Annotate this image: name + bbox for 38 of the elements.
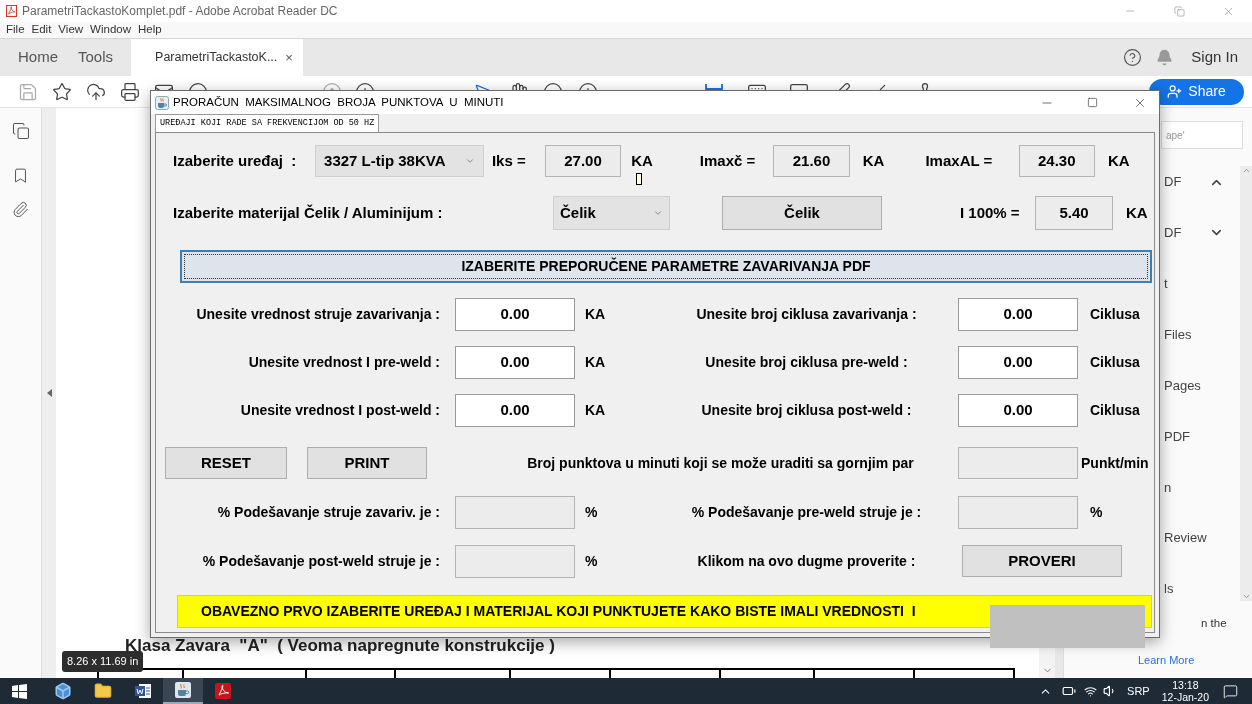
window-title: ParametriTackastoKomplet.pdf - Adobe Acrobat Reader DC [22,3,338,20]
clock-date: 12-Jan-20 [1161,691,1209,703]
field-label: Broj punktova u minuti koji se može uraditi sa gornjim par [527,453,914,473]
unit-label: KA [862,150,886,171]
field-label: % Podešavanje post-weld struje je : [202,552,441,571]
page-size-tooltip: 8.26 x 11.69 in [62,651,144,672]
unit-label: Punkt/min [1081,453,1149,473]
field-label: Unesite broj ciklusa pre-weld : [705,353,908,372]
reading-label: Imaxč = [699,150,756,171]
unit-label: % [585,552,598,571]
unit-label: KA [585,401,606,420]
field-label: Izaberite materijal Čelik / Aluminijum : [173,202,443,223]
unit-label: KA [1107,150,1131,171]
unit-label: KA [1126,202,1148,223]
promo-text: n the [1201,616,1228,631]
unit-label: Ciklusa [1090,353,1140,372]
reading-label: ImaxAL = [925,150,993,171]
field-label: Unesite vrednost struje zavarivanja : [196,305,441,324]
field-label: % Podešavanje struje zavariv. je : [217,503,441,522]
unit-label: % [1090,503,1103,522]
reading-label: I 100% = [960,202,1020,223]
unit-label: KA [585,305,606,324]
clock-time: 13:18 [1172,679,1199,691]
field-label: Unesite vrednost I pre-weld : [248,353,441,372]
unit-label: % [585,503,598,522]
reading-label: Iks = [491,150,526,171]
field-label: Izaberite uređaj : [173,150,297,171]
tab-label: ParametriTackastoK... [155,49,278,67]
unit-label: KA [585,353,606,372]
dialog-title: PRORAČUN MAKSIMALNOG BROJA PUNKTOVA U MINUTI [173,94,504,110]
unit-label: KA [631,150,654,171]
field-label: Klikom na ovo dugme proverite : [697,552,916,571]
unit-label: Ciklusa [1090,305,1140,324]
unit-label: Ciklusa [1090,401,1140,420]
field-label: % Podešavanje pre-weld struje je : [691,503,922,522]
field-label: Unesite vrednost I post-weld : [240,401,441,420]
field-label: Unesite broj ciklusa post-weld : [701,401,912,420]
field-label: Unesite broj ciklusa zavarivanja : [696,305,917,324]
